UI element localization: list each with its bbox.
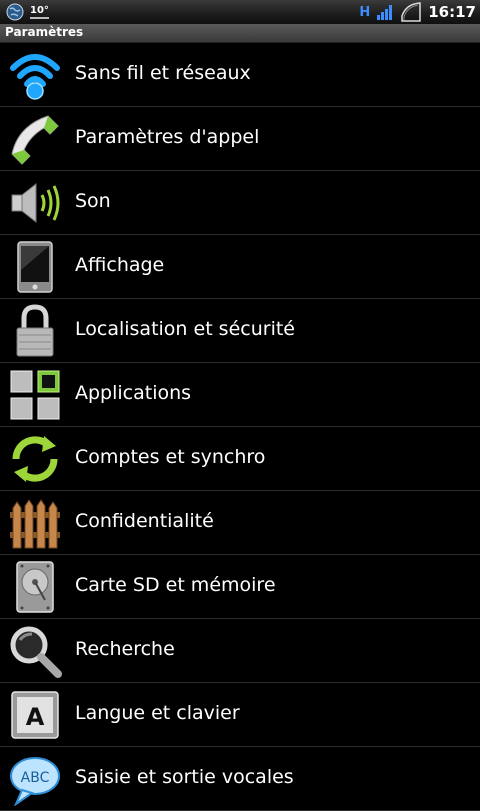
settings-item-call[interactable]: Paramètres d'appel	[0, 107, 480, 171]
settings-item-privacy[interactable]: Confidentialité	[0, 491, 480, 555]
applications-icon	[10, 370, 60, 420]
status-bar: 10° H 16:17	[0, 0, 480, 24]
settings-item-label: Sans fil et réseaux	[75, 62, 251, 84]
sd-card-icon	[16, 561, 54, 613]
settings-item-display[interactable]: Affichage	[0, 235, 480, 299]
clock: 16:17	[428, 3, 476, 21]
weather-globe-icon	[6, 3, 24, 21]
display-icon	[17, 241, 53, 293]
network-type-indicator: H	[359, 4, 371, 20]
settings-item-label: Applications	[75, 382, 192, 404]
voice-bubble-icon: ABC	[10, 757, 60, 806]
settings-item-language-keyboard[interactable]: A Langue et clavier	[0, 683, 480, 747]
settings-item-accounts-sync[interactable]: Comptes et synchro	[0, 427, 480, 491]
keyboard-icon: A	[11, 691, 59, 739]
fence-icon	[10, 499, 60, 549]
settings-item-label: Paramètres d'appel	[75, 126, 260, 148]
settings-item-label: Saisie et sortie vocales	[75, 766, 294, 788]
settings-item-sd-storage[interactable]: Carte SD et mémoire	[0, 555, 480, 619]
settings-item-label: Confidentialité	[75, 510, 214, 532]
settings-item-voice-io[interactable]: ABC Saisie et sortie vocales	[0, 747, 480, 811]
search-icon	[10, 626, 62, 678]
settings-item-wireless[interactable]: Sans fil et réseaux	[0, 43, 480, 107]
signal-strength-icon	[377, 5, 393, 20]
settings-item-label: Comptes et synchro	[75, 446, 266, 468]
svg-text:ABC: ABC	[21, 770, 50, 786]
settings-item-label: Langue et clavier	[75, 702, 240, 724]
settings-item-label: Recherche	[75, 638, 175, 660]
wifi-icon	[10, 54, 60, 100]
settings-item-label: Affichage	[75, 254, 165, 276]
settings-item-label: Localisation et sécurité	[75, 318, 295, 340]
settings-item-sound[interactable]: Son	[0, 171, 480, 235]
temperature-indicator: 10°	[30, 5, 49, 19]
title-bar: Paramètres	[0, 24, 480, 43]
sync-icon	[12, 436, 58, 482]
settings-list: Sans fil et réseaux Paramètres d'appel S…	[0, 43, 480, 811]
settings-item-label: Carte SD et mémoire	[75, 574, 276, 596]
settings-item-security[interactable]: Localisation et sécurité	[0, 299, 480, 363]
lock-icon	[16, 304, 54, 357]
settings-item-label: Son	[75, 190, 111, 212]
settings-item-search[interactable]: Recherche	[0, 619, 480, 683]
settings-item-applications[interactable]: Applications	[0, 363, 480, 427]
svg-text:A: A	[26, 703, 45, 731]
battery-icon	[401, 2, 421, 22]
page-title: Paramètres	[5, 25, 84, 39]
speaker-icon	[11, 182, 60, 224]
phone-icon	[11, 115, 59, 165]
